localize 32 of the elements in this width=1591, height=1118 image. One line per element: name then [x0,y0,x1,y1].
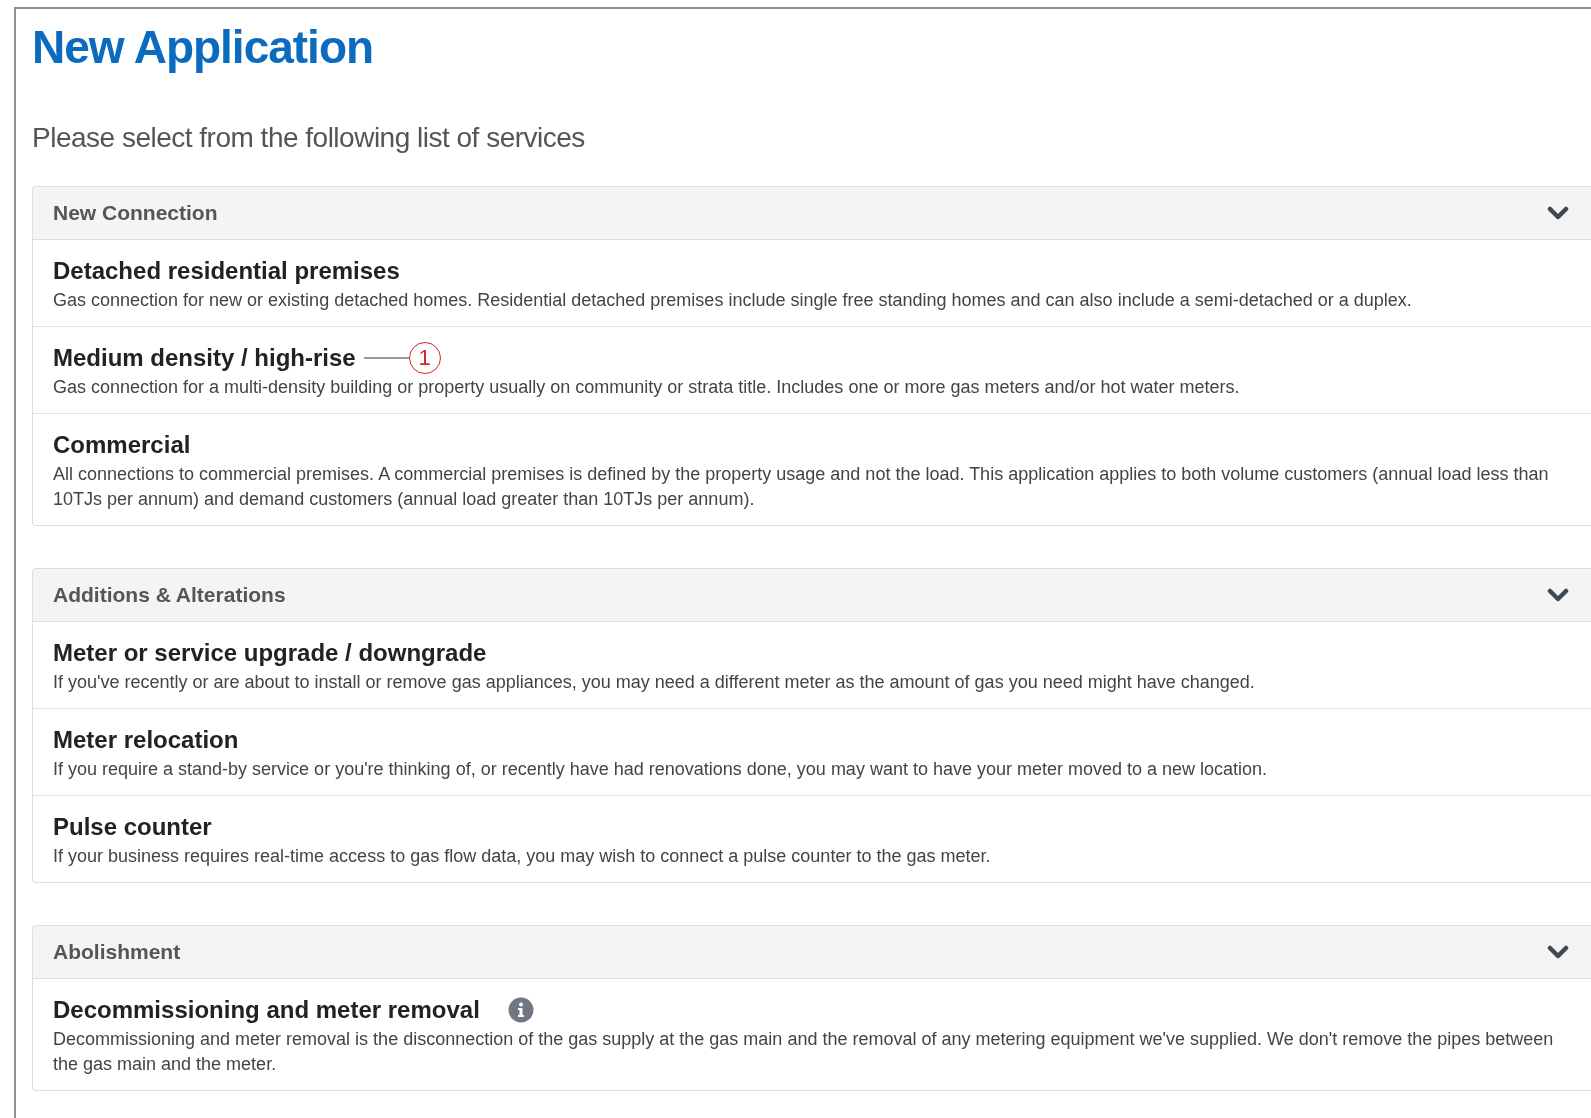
service-title: Decommissioning and meter removal [53,996,480,1024]
panel-header[interactable]: Abolishment [33,926,1591,979]
service-title: Commercial [53,431,191,459]
service-description: Gas connection for new or existing detached homes. Residential detached premises include single free standing homes and can also include a semi-detached or a duplex. [53,289,1413,312]
service-title: Meter relocation [53,726,239,754]
chevron-down-icon[interactable] [1547,944,1569,960]
service-option[interactable]: Meter or service upgrade / downgrade If you've recently or are about to install or remove gas appliances, you may need a different meter as the amount of gas you need might have changed. [33,622,1591,708]
chevron-down-icon[interactable] [1547,205,1569,221]
service-title: Detached residential premises [53,257,400,285]
service-option[interactable]: Detached residential premises Gas connection for new or existing detached homes. Residential detached premises include single free standing homes and can also include a semi-detached or a duplex. [33,240,1591,326]
panel-heading: Abolishment [53,940,181,964]
panel-heading: Additions & Alterations [53,583,286,607]
leader-line [363,357,409,359]
panel-header[interactable]: New Connection [33,187,1591,240]
service-title: Pulse counter [53,813,212,841]
page-subtitle: Please select from the following list of services [32,121,586,155]
service-description: Gas connection for a multi-density building or property usually on community or strata title. Includes one or more gas meters and/or hot water meters. [53,376,1241,399]
service-description: If you require a stand-by service or you're thinking of, or recently have had renovations done, you may want to have your meter moved to a new location. [53,758,1269,781]
page-title: New Application [32,20,375,75]
service-title: Medium density / high-rise [53,344,356,372]
chevron-down-icon[interactable] [1547,587,1569,603]
info-icon[interactable] [507,997,534,1023]
service-description: Decommissioning and meter removal is the disconnection of the gas supply at the gas main and the removal of any metering equipment we've supplied. We don't remove the pipes between the gas main and the meter. [53,1028,1555,1076]
service-title: Meter or service upgrade / downgrade [53,639,487,667]
panel-header[interactable]: Additions & Alterations [33,569,1591,622]
panel-heading: New Connection [53,201,218,225]
service-description: All connections to commercial premises. A commercial premises is defined by the property usage and not the load. This application applies to both volume customers (annual load less than 10TJs per annum) and demand customers (annual load greater than 10TJs per annum). [53,463,1550,511]
service-option[interactable]: Meter relocation If you require a stand-by service or you're thinking of, or recently have had renovations done, you may want to have your meter moved to a new location. [33,708,1591,795]
service-option[interactable]: Medium density / high-rise 1 Gas connection for a multi-density building or property usually on community or strata title. Includes one or more gas meters and/or hot water meters. [33,326,1591,413]
service-description: If you've recently or are about to install or remove gas appliances, you may need a different meter as the amount of gas you need might have changed. [53,671,1256,694]
service-description: If your business requires real-time access to gas flow data, you may wish to connect a pulse counter to the gas meter. [53,845,992,868]
service-option[interactable]: Pulse counter If your business requires real-time access to gas flow data, you may wish to connect a pulse counter to the gas meter. [33,795,1591,882]
